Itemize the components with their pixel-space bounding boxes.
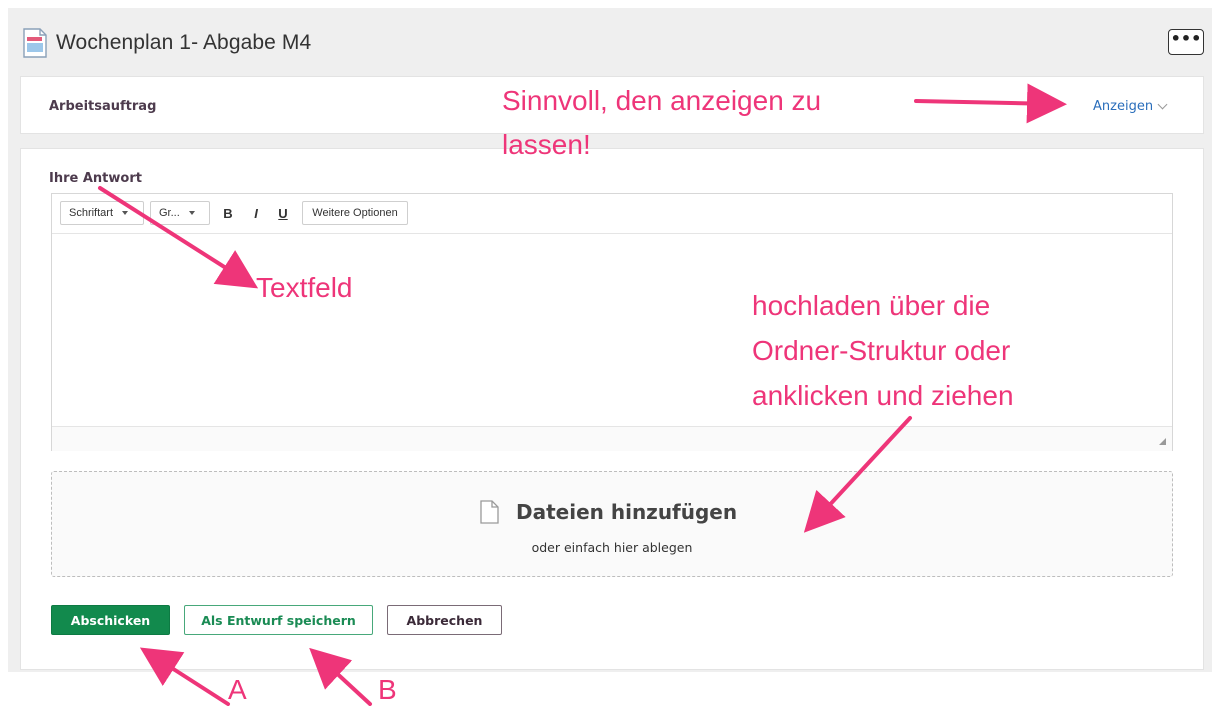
underline-button[interactable]: U [271, 201, 295, 225]
annotation-upload-line1: hochladen über die [752, 290, 991, 321]
cancel-button[interactable]: Abbrechen [387, 605, 502, 635]
show-task-link[interactable]: Anzeigen [1093, 99, 1168, 114]
dropzone-subtitle: oder einfach hier ablegen [531, 540, 693, 555]
task-title: Arbeitsauftrag [49, 99, 157, 114]
editor-status-bar [52, 426, 1172, 451]
resize-handle-icon[interactable] [1159, 438, 1166, 445]
font-size-label: Gr... [159, 207, 180, 219]
more-formatting-label: Weitere Optionen [312, 207, 398, 219]
annotation-label-b: B [378, 674, 397, 705]
font-family-select[interactable]: Schriftart [60, 201, 144, 225]
submit-button[interactable]: Abschicken [51, 605, 170, 635]
save-draft-button[interactable]: Als Entwurf speichern [184, 605, 373, 635]
page-title: Wochenplan 1- Abgabe M4 [56, 31, 312, 54]
font-size-select[interactable]: Gr... [150, 201, 210, 225]
bold-icon: B [223, 205, 233, 221]
chevron-down-icon [1157, 99, 1168, 110]
editor-toolbar: Schriftart Gr... B I U Weitere Optionen [52, 194, 1172, 234]
italic-button[interactable]: I [244, 201, 268, 225]
font-family-label: Schriftart [69, 207, 114, 219]
annotation-textfield: Textfeld [256, 272, 353, 303]
caret-down-icon [188, 211, 195, 215]
show-task-label: Anzeigen [1093, 99, 1154, 114]
dropzone-title: Dateien hinzufügen [516, 500, 738, 524]
more-icon: ••• [1170, 29, 1202, 48]
file-dropzone[interactable]: Dateien hinzufügen oder einfach hier abl… [51, 471, 1173, 577]
underline-icon: U [278, 205, 288, 221]
annotation-upload-line3: anklicken und ziehen [752, 380, 1014, 411]
file-icon [480, 500, 499, 524]
bold-button[interactable]: B [216, 201, 240, 225]
more-formatting-button[interactable]: Weitere Optionen [302, 201, 408, 225]
annotation-label-a: A [228, 674, 247, 705]
italic-icon: I [254, 205, 258, 221]
answer-label: Ihre Antwort [49, 171, 142, 186]
caret-down-icon [122, 211, 129, 215]
document-icon [22, 28, 48, 58]
annotation-show-note-line1: Sinnvoll, den anzeigen zu [502, 85, 822, 116]
answer-card: Ihre Antwort Schriftart Gr... B I U Weit… [20, 148, 1204, 670]
page-header: Wochenplan 1- Abgabe M4 [22, 22, 311, 64]
more-options-button[interactable]: ••• [1168, 29, 1204, 55]
annotation-upload-line2: Ordner-Struktur oder [752, 335, 1011, 366]
annotation-show-note-line2: lassen! [502, 129, 591, 160]
